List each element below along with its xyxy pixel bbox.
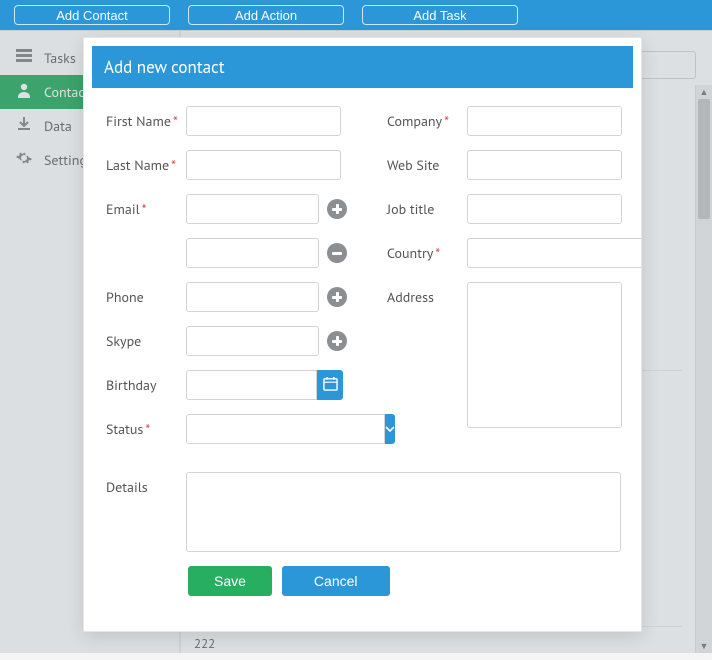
jobtitle-label: Job title [387,194,467,218]
last-name-input[interactable] [186,150,341,180]
first-name-label: First Name* [106,106,186,130]
status-input[interactable] [186,414,385,444]
country-input[interactable] [467,238,642,268]
required-marker: * [173,112,178,130]
topbar: Add Contact Add Action Add Task [0,0,712,30]
cancel-button[interactable]: Cancel [282,566,390,596]
birthday-picker-button[interactable] [317,370,343,400]
modal-overlay: Add new contact First Name* Last Name* [0,30,712,653]
add-action-button[interactable]: Add Action [188,5,344,25]
email-label: Email* [106,194,186,218]
required-marker: * [142,200,147,218]
add-contact-modal: Add new contact First Name* Last Name* [83,37,642,632]
last-name-label: Last Name* [106,150,186,174]
email-input-2[interactable] [186,238,319,268]
birthday-label: Birthday [106,370,186,394]
form-right-column: Company* Web Site Job title Country* [387,106,622,458]
add-skype-button[interactable] [327,331,347,351]
calendar-icon [323,376,338,394]
address-label: Address [387,282,467,306]
company-label: Company* [387,106,467,130]
required-marker: * [171,156,176,174]
modal-title: Add new contact [92,46,633,88]
details-textarea[interactable] [186,472,621,552]
company-input[interactable] [467,106,622,136]
email-label-empty [106,238,186,244]
skype-label: Skype [106,326,186,350]
birthday-input[interactable] [186,370,317,400]
remove-email-button[interactable] [327,243,347,263]
required-marker: * [444,112,449,130]
status-combo[interactable] [186,414,341,444]
website-label: Web Site [387,150,467,174]
phone-input[interactable] [186,282,319,312]
save-button[interactable]: Save [188,566,272,596]
phone-label: Phone [106,282,186,306]
website-input[interactable] [467,150,622,180]
country-label: Country* [387,238,467,262]
first-name-input[interactable] [186,106,341,136]
add-email-button[interactable] [327,199,347,219]
details-label: Details [106,472,186,552]
status-label: Status* [106,414,186,438]
form-left-column: First Name* Last Name* Email* [106,106,347,458]
email-input-1[interactable] [186,194,319,224]
add-contact-button[interactable]: Add Contact [14,5,170,25]
required-marker: * [145,420,150,438]
address-textarea[interactable] [467,282,622,428]
add-phone-button[interactable] [327,287,347,307]
skype-input[interactable] [186,326,319,356]
country-combo[interactable] [467,238,622,268]
add-task-button[interactable]: Add Task [362,5,518,25]
modal-footer: Save Cancel [84,552,641,614]
required-marker: * [435,244,440,262]
jobtitle-input[interactable] [467,194,622,224]
